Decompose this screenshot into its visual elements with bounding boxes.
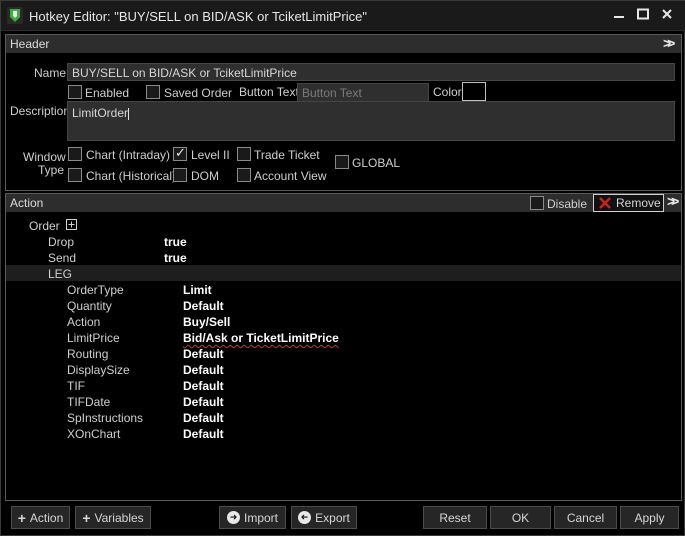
tree-key-limitprice[interactable]: LimitPrice [67,331,120,345]
ok-button[interactable]: OK [490,506,551,529]
import-button[interactable]: ➜ Import [219,506,286,529]
tree-key-routing[interactable]: Routing [67,347,108,361]
action-section-title: Action [10,196,44,210]
name-label: Name [34,66,67,80]
add-action-button[interactable]: + Action [11,506,70,529]
export-label: Export [315,510,350,525]
tree-value-action[interactable]: Buy/Sell [183,315,230,329]
tree-value-spinstructions[interactable]: Default [183,411,224,425]
window-type-global-checkbox[interactable] [335,155,349,169]
disable-checkbox[interactable] [530,196,544,210]
import-arrow-icon: ➜ [226,511,240,524]
text-cursor [128,107,130,120]
disable-label: Disable [547,197,588,211]
tree-value-limitprice[interactable]: Bid/Ask or TicketLimitPrice [183,331,339,345]
window-type-label-2: Type [38,163,65,177]
tree-key-spinstructions[interactable]: SpInstructions [67,411,143,425]
remove-label: Remove [616,196,661,210]
tree-key-displaysize[interactable]: DisplaySize [67,363,130,377]
window-type-global-label: GLOBAL [352,156,401,170]
enabled-label: Enabled [85,86,130,100]
tree-key-quantity[interactable]: Quantity [67,299,112,313]
cancel-label: Cancel [566,510,605,525]
button-text-input[interactable]: Button Text [297,83,429,102]
window-type-chart-intraday-checkbox[interactable] [68,147,82,161]
tree-key-xonchart[interactable]: XOnChart [67,427,120,441]
tree-value-send[interactable]: true [164,251,187,265]
tree-value-tif[interactable]: Default [183,379,224,393]
tree-key-action[interactable]: Action [67,315,100,329]
add-variables-button[interactable]: + Variables [75,506,151,529]
export-button[interactable]: ➜ Export [291,506,357,529]
window-type-account-view-label: Account View [254,169,327,183]
saved-order-checkbox[interactable] [146,85,160,99]
button-text-label: Button Text [239,85,299,99]
ok-label: OK [511,510,530,525]
saved-order-label: Saved Order [164,86,233,100]
header-section-title: Header [10,37,50,51]
window-type-dom-label: DOM [191,169,219,183]
collapse-action-icon[interactable]: >> [667,193,680,209]
tree-root-order[interactable]: Order [29,219,60,233]
tree-key-drop[interactable]: Drop [48,235,74,249]
app-logo-icon [7,7,23,24]
tree-key-tifdate[interactable]: TIFDate [67,395,110,409]
tree-key-ordertype[interactable]: OrderType [67,283,124,297]
header-section-bar[interactable]: Header >> [6,35,681,53]
tree-value-xonchart[interactable]: Default [183,427,224,441]
color-swatch[interactable] [462,82,486,101]
tree-value-routing[interactable]: Default [183,347,224,361]
tree-value-quantity[interactable]: Default [183,299,224,313]
apply-label: Apply [634,510,665,525]
collapse-header-icon[interactable]: >> [663,35,676,51]
reset-label: Reset [439,510,471,525]
add-action-label: Action [29,510,64,525]
tree-value-displaysize[interactable]: Default [183,363,224,377]
window-type-chart-historical-label: Chart (Historical) [86,169,177,183]
cancel-button[interactable]: Cancel [554,506,617,529]
tree-key-tif[interactable]: TIF [67,379,85,393]
window-type-label-1: Window [23,150,66,164]
title-bar: Hotkey Editor: "BUY/SELL on BID/ASK or T… [1,1,685,31]
window-type-chart-intraday-label: Chart (Intraday) [86,148,171,162]
reset-button[interactable]: Reset [423,506,487,529]
add-variables-label: Variables [94,510,144,525]
plus-icon: + [17,509,26,526]
tree-key-send[interactable]: Send [48,251,76,265]
window-type-level2-label: Level II [191,148,230,162]
tree-value-ordertype[interactable]: Limit [183,283,212,297]
expand-plus-icon[interactable] [66,219,77,230]
window-type-level2-checkbox[interactable] [173,145,187,161]
tree-value-drop[interactable]: true [164,235,187,249]
apply-button[interactable]: Apply [620,506,679,529]
enabled-checkbox[interactable] [68,85,82,99]
tree-leg-row[interactable] [6,265,681,281]
color-label: Color [433,85,462,99]
window-type-trade-ticket-label: Trade Ticket [254,148,320,162]
name-input[interactable]: BUY/SELL on BID/ASK or TciketLimitPrice [67,63,675,81]
window-type-chart-historical-checkbox[interactable] [68,168,82,182]
description-textarea[interactable]: LimitOrder [67,101,675,141]
description-text: LimitOrder [72,106,129,120]
window-type-dom-checkbox[interactable] [173,168,187,182]
maximize-icon[interactable] [633,5,653,23]
tree-value-tifdate[interactable]: Default [183,395,224,409]
tree-leg-label[interactable]: LEG [48,267,72,281]
minimize-icon[interactable] [609,5,629,23]
remove-x-icon [599,197,611,209]
window-type-trade-ticket-checkbox[interactable] [237,147,251,161]
description-label: Description [10,104,71,118]
window-title: Hotkey Editor: "BUY/SELL on BID/ASK or T… [29,9,367,24]
remove-button[interactable]: Remove [593,194,664,212]
window-type-account-view-checkbox[interactable] [237,168,251,182]
hotkey-editor-window: Hotkey Editor: "BUY/SELL on BID/ASK or T… [0,0,685,536]
export-arrow-icon: ➜ [298,511,312,524]
plus-icon: + [82,509,91,526]
import-label: Import [243,510,278,525]
close-icon[interactable] [657,5,677,23]
